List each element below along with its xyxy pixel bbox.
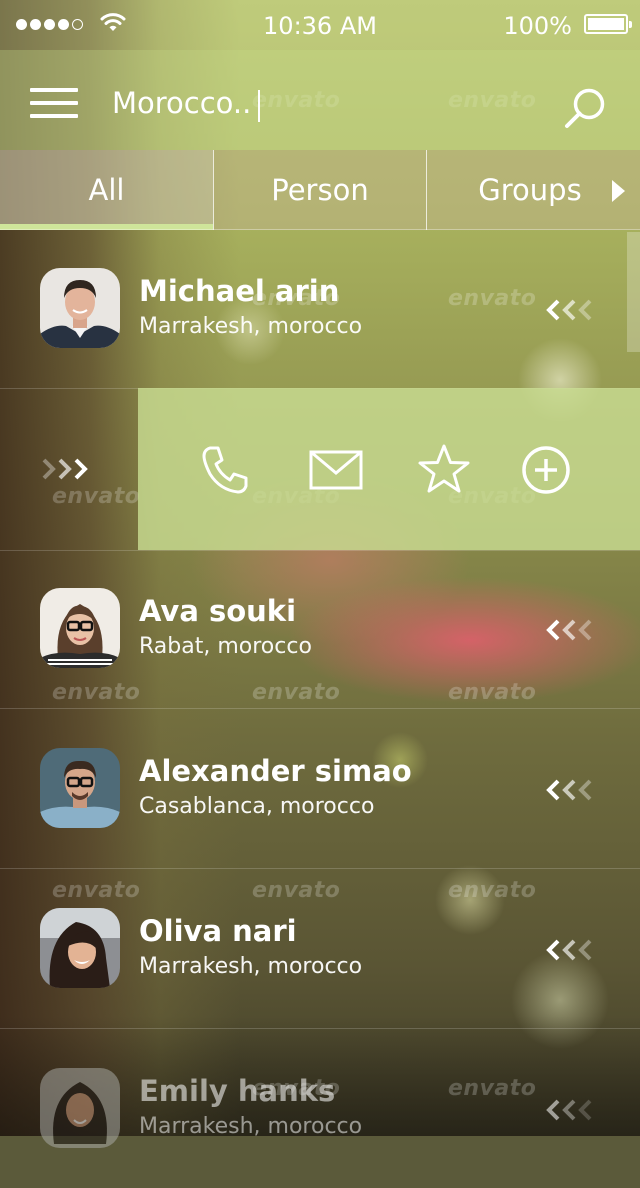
contact-location: Marrakesh, morocco: [139, 1114, 363, 1139]
hamburger-icon[interactable]: [30, 88, 78, 118]
contact-row[interactable]: Ava souki Rabat, morocco: [0, 550, 640, 709]
nav-bar: [0, 50, 640, 150]
avatar[interactable]: [40, 908, 120, 988]
contact-location: Marrakesh, morocco: [139, 314, 363, 339]
swipe-left-icon[interactable]: [544, 615, 604, 645]
quick-actions-panel: [138, 388, 640, 550]
scrollbar[interactable]: [627, 232, 640, 352]
search-input[interactable]: [112, 80, 532, 126]
contact-list: Michael arin Marrakesh, morocco Ava souk…: [0, 230, 640, 1148]
tab-groups[interactable]: Groups: [426, 150, 639, 230]
contact-row[interactable]: Emily hanks Marrakesh, morocco: [0, 1030, 640, 1188]
avatar[interactable]: [40, 1068, 120, 1148]
swipe-left-icon[interactable]: [544, 935, 604, 965]
swipe-left-icon[interactable]: [544, 295, 604, 325]
contact-location: Rabat, morocco: [139, 634, 312, 659]
mail-icon[interactable]: [306, 440, 366, 500]
tab-all[interactable]: All: [0, 150, 213, 230]
swiped-contact-row[interactable]: [0, 388, 640, 551]
contact-name: Ava souki: [139, 594, 297, 628]
star-icon[interactable]: [414, 440, 474, 500]
contact-row[interactable]: Alexander simao Casablanca, morocco: [0, 710, 640, 869]
phone-icon[interactable]: [196, 440, 256, 500]
contact-name: Oliva nari: [139, 914, 297, 948]
battery-percent: 100%: [503, 12, 572, 40]
contact-name: Michael arin: [139, 274, 340, 308]
status-bar: 10:36 AM 100%: [0, 0, 640, 50]
contact-row[interactable]: Michael arin Marrakesh, morocco: [0, 230, 640, 389]
avatar[interactable]: [40, 588, 120, 668]
contact-name: Alexander simao: [139, 754, 412, 788]
contact-location: Casablanca, morocco: [139, 794, 375, 819]
add-icon[interactable]: [516, 440, 576, 500]
contact-name: Emily hanks: [139, 1074, 336, 1108]
text-cursor: [258, 90, 260, 122]
tab-label: Person: [271, 173, 369, 207]
swipe-left-icon[interactable]: [544, 775, 604, 805]
contact-location: Marrakesh, morocco: [139, 954, 363, 979]
swipe-right-icon[interactable]: [38, 454, 98, 484]
tab-label: All: [88, 173, 125, 207]
battery-icon: [584, 14, 632, 34]
avatar[interactable]: [40, 748, 120, 828]
search-icon[interactable]: [562, 85, 608, 131]
tab-person[interactable]: Person: [213, 150, 426, 230]
tab-bar: All Person Groups: [0, 150, 640, 230]
caret-right-icon[interactable]: [612, 180, 625, 202]
contact-row[interactable]: Oliva nari Marrakesh, morocco: [0, 870, 640, 1029]
tab-label: Groups: [478, 173, 582, 207]
swipe-left-icon[interactable]: [544, 1095, 604, 1125]
avatar[interactable]: [40, 268, 120, 348]
